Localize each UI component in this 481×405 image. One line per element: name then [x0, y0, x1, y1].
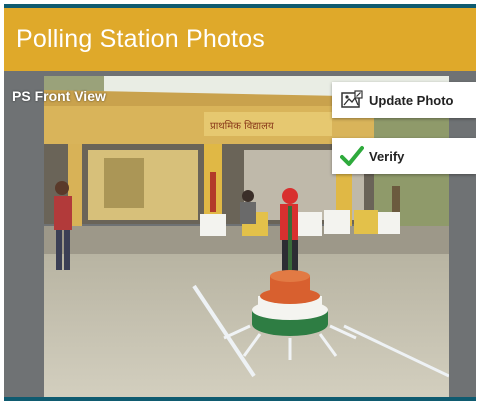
update-photo-button[interactable]: Update Photo: [332, 82, 476, 118]
polling-station-photo[interactable]: प्राथमिक विद्यालय: [44, 76, 449, 399]
image-edit-icon: [339, 87, 365, 113]
photo-label: PS Front View: [12, 88, 106, 104]
verify-label: Verify: [369, 148, 405, 164]
photo-illustration: प्राथमिक विद्यालय: [44, 76, 449, 399]
school-sign-text: प्राथमिक विद्यालय: [210, 120, 274, 132]
verify-button[interactable]: Verify: [332, 138, 476, 174]
update-photo-label: Update Photo: [369, 92, 454, 108]
page-title: Polling Station Photos: [16, 25, 266, 53]
checkmark-icon: [339, 143, 365, 169]
photo-screen: Polling Station Photos प्राथमिक विद्यालय: [4, 4, 476, 401]
bottom-accent-strip: [4, 397, 476, 401]
app-header: Polling Station Photos: [4, 8, 476, 71]
